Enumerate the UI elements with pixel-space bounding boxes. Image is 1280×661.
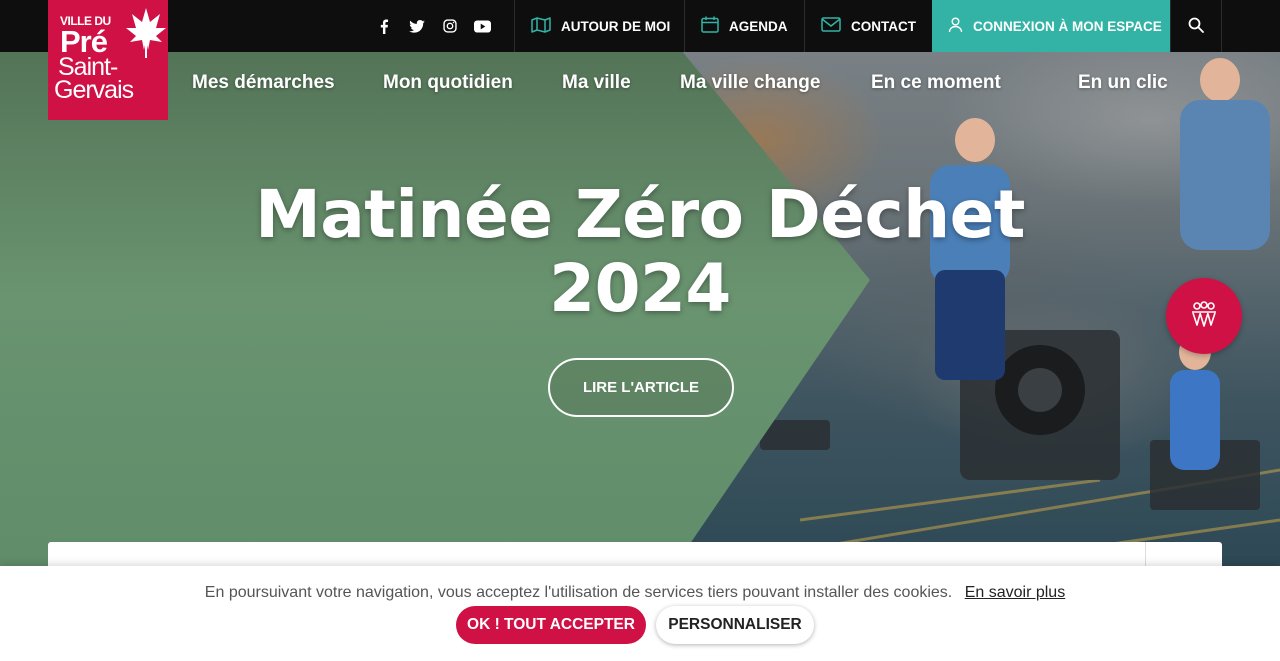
agenda-label: AGENDA	[729, 18, 788, 34]
people-icon	[1189, 299, 1219, 333]
youtube-icon[interactable]	[473, 17, 492, 36]
nav-item-en-un-clic[interactable]: En un clic	[1078, 72, 1168, 94]
connexion-label: CONNEXION À MON ESPACE	[973, 18, 1162, 34]
participation-button[interactable]	[1166, 278, 1242, 354]
accept-all-cookies-button[interactable]: OK ! TOUT ACCEPTER	[456, 606, 646, 644]
contact-label: CONTACT	[851, 18, 916, 34]
agenda-button[interactable]: AGENDA	[684, 0, 804, 52]
nav-item-mon-quotidien[interactable]: Mon quotidien	[383, 72, 513, 94]
cookie-message-row: En poursuivant votre navigation, vous ac…	[0, 584, 1270, 602]
cookie-banner: En poursuivant votre navigation, vous ac…	[0, 566, 1280, 661]
nav-item-mes-demarches[interactable]: Mes démarches	[192, 72, 335, 94]
customize-cookies-button[interactable]: PERSONNALISER	[656, 606, 814, 644]
contact-button[interactable]: CONTACT	[804, 0, 932, 52]
hero-title-line-2: 2024	[549, 250, 731, 327]
search-icon	[1188, 17, 1204, 36]
calendar-icon	[701, 16, 719, 36]
autour-de-moi-button[interactable]: AUTOUR DE MOI	[514, 0, 684, 52]
top-bar: AUTOUR DE MOI AGENDA CONTACT CONNEXION À…	[0, 0, 1280, 52]
main-navigation: Mes démarches Mon quotidien Ma ville Ma …	[0, 72, 1280, 102]
envelope-icon	[821, 17, 841, 35]
read-article-button[interactable]: LIRE L'ARTICLE	[548, 358, 734, 417]
leaf-icon	[126, 8, 166, 58]
user-icon	[948, 17, 963, 36]
cookie-more-link[interactable]: En savoir plus	[965, 584, 1066, 601]
hero-title-line-1: Matinée Zéro Déchet	[255, 176, 1025, 253]
map-icon	[531, 16, 551, 36]
twitter-icon[interactable]	[407, 17, 426, 36]
search-button[interactable]	[1170, 0, 1222, 52]
nav-item-ma-ville-change[interactable]: Ma ville change	[680, 72, 820, 94]
cookie-message: En poursuivant votre navigation, vous ac…	[204, 584, 953, 601]
instagram-icon[interactable]	[440, 17, 459, 36]
hero-title: Matinée Zéro Déchet 2024	[200, 178, 1080, 326]
autour-de-moi-label: AUTOUR DE MOI	[561, 18, 671, 34]
site-logo[interactable]: VILLE DU Pré Saint- Gervais	[48, 0, 168, 120]
social-links	[374, 0, 492, 52]
nav-item-en-ce-moment[interactable]: En ce moment	[871, 72, 1001, 94]
facebook-icon[interactable]	[374, 17, 393, 36]
connexion-button[interactable]: CONNEXION À MON ESPACE	[932, 0, 1170, 52]
nav-item-ma-ville[interactable]: Ma ville	[562, 72, 631, 94]
